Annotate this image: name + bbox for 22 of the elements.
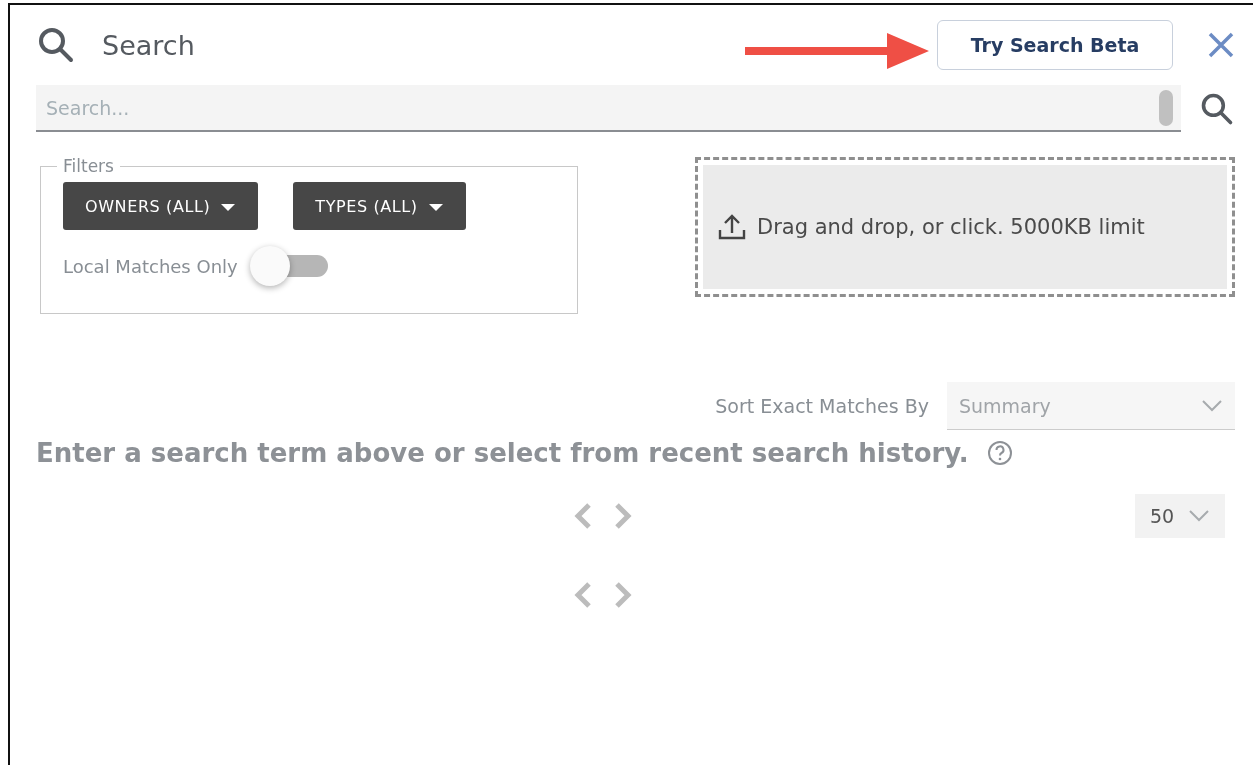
page-size-select[interactable]: 50 (1135, 494, 1225, 538)
search-icon (36, 25, 76, 65)
panel-title: Search (102, 29, 195, 61)
sort-label: Sort Exact Matches By (715, 395, 929, 417)
toggle-label: Local Matches Only (63, 255, 238, 277)
chevron-down-icon (1188, 509, 1211, 523)
filter-dropdown[interactable]: OWNERS (ALL) (63, 182, 259, 230)
filters-legend: Filters (63, 156, 114, 176)
close-button[interactable] (1207, 31, 1235, 59)
empty-message: Enter a search term above or select from recent search history. (36, 438, 969, 468)
help-icon[interactable] (986, 440, 1013, 466)
filter-dropdown[interactable]: TYPES (ALL) (293, 182, 466, 230)
upload-dropzone[interactable]: Drag and drop, or click. 5000KB limit (695, 157, 1235, 297)
close-icon (1207, 31, 1235, 59)
upload-text: Drag and drop, or click. 5000KB limit (757, 215, 1145, 239)
caret-icon (427, 201, 444, 211)
caret-icon (220, 201, 237, 211)
upload-icon (717, 212, 747, 242)
try-beta-button[interactable]: Try Search Beta (937, 20, 1173, 70)
chevron-down-icon (1201, 398, 1223, 413)
search-field[interactable]: Search... (36, 85, 1159, 132)
scrollbar-thumb[interactable] (1159, 89, 1173, 126)
